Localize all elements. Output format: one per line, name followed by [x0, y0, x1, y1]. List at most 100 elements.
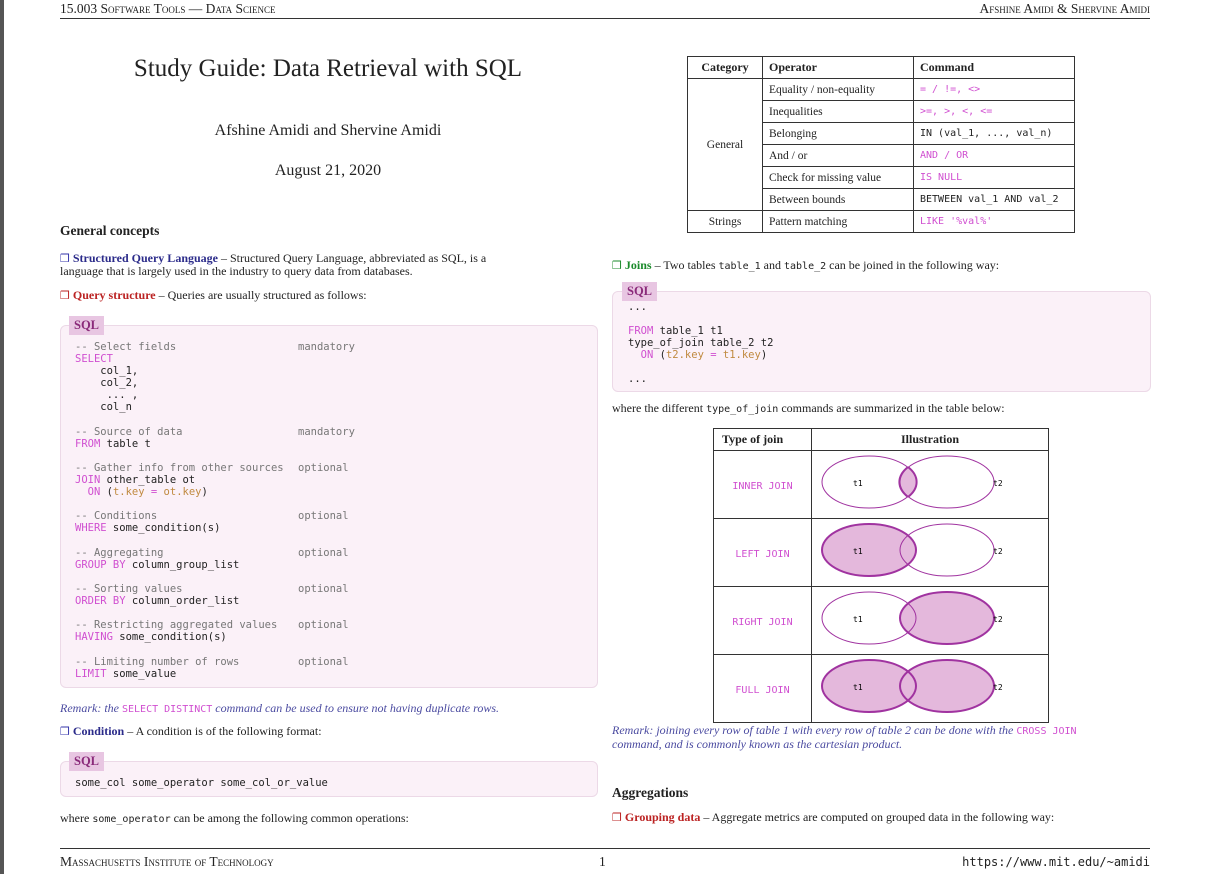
join-illustration-cell: t1 t2 — [811, 586, 1049, 655]
join-illustration-cell: t1 t2 — [811, 450, 1049, 519]
join-type-cell: INNER JOIN — [713, 450, 812, 519]
sql-tag: SQL — [69, 752, 105, 771]
command-cell: = / !=, <> — [913, 78, 1075, 101]
section-heading-aggregations: Aggregations — [612, 785, 689, 800]
command-cell: AND / OR — [913, 144, 1075, 167]
remark-cross-join: Remark: joining every row of table 1 wit… — [612, 723, 1077, 751]
section-heading-general: General concepts — [60, 223, 160, 238]
join-type-cell: FULL JOIN — [713, 654, 812, 723]
where-operator-line: where some_operator can be among the fol… — [60, 811, 409, 826]
term-query-structure: Query structure — [72, 288, 156, 302]
code-select-block: -- Select fields SELECT col_1, col_2, ..… — [75, 341, 177, 413]
command-cell: LIKE '%val%' — [913, 210, 1075, 233]
code-note: mandatory — [298, 341, 355, 353]
code-groupby-block: -- Aggregating GROUP BY column_group_lis… — [75, 547, 240, 571]
code-from-block: -- Source of data FROM table t — [75, 426, 183, 450]
table-header: Type of join — [713, 428, 812, 451]
sql-tag: SQL — [69, 316, 105, 335]
join-illustration-cell: t1 t2 — [811, 518, 1049, 587]
command-cell: IN (val_1, ..., val_n) — [913, 122, 1075, 145]
joins-code: ... FROM table_1 t1 type_of_join table_2… — [628, 301, 774, 385]
footer-rule — [60, 848, 1150, 849]
code-join-block: -- Gather info from other sources JOIN o… — [75, 462, 284, 498]
sql-tag: SQL — [622, 282, 658, 301]
code-comment: -- Select fields — [75, 341, 177, 353]
code-keyword: SELECT — [75, 353, 113, 365]
table-header: Operator — [762, 56, 914, 79]
bullet-icon: ❒ — [612, 811, 622, 824]
venn-label-t2: t2 — [993, 683, 1003, 692]
join-type-cell: RIGHT JOIN — [713, 586, 812, 655]
venn-left-circle — [821, 523, 917, 577]
code-note: optional — [298, 510, 349, 522]
grouping-intro: ❒ Grouping data – Aggregate metrics are … — [612, 810, 1055, 825]
remark-distinct: Remark: the SELECT DISTINCT command can … — [60, 701, 500, 715]
category-general: General — [687, 78, 763, 211]
authors: Afshine Amidi and Shervine Amidi — [214, 122, 442, 139]
page-left-edge — [0, 0, 4, 874]
sql-desc-1: – Structured Query Language, abbreviated… — [218, 251, 487, 265]
term-grouping: Grouping data — [624, 810, 701, 824]
join-types-table: Type of join Illustration INNER JOIN t1 … — [713, 428, 1049, 723]
code-limit-block: -- Limiting number of rows LIMIT some_va… — [75, 656, 240, 680]
venn-right-join: t1 t2 — [821, 591, 1003, 645]
running-header-right: Afshine Amidi & Shervine Amidi — [979, 1, 1150, 16]
command-cell: IS NULL — [913, 166, 1075, 189]
page-number: 1 — [599, 854, 606, 869]
sql-definition: ❒ Structured Query Language – Structured… — [60, 252, 597, 278]
table-header: Command — [913, 56, 1075, 79]
term-sql: Structured Query Language — [72, 251, 218, 265]
venn-left-join: t1 t2 — [821, 523, 1003, 577]
code-having-block: -- Restricting aggregated values HAVING … — [75, 619, 278, 643]
header-rule — [60, 18, 1150, 19]
footer-institution: Massachusetts Institute of Technology — [60, 854, 274, 869]
operator-cell: Equality / non-equality — [762, 78, 914, 101]
bullet-icon: ❒ — [612, 259, 622, 272]
date: August 21, 2020 — [274, 162, 382, 179]
venn-label-t2: t2 — [993, 615, 1003, 624]
code-note: optional — [298, 583, 349, 595]
code-note: optional — [298, 619, 349, 631]
code-note: mandatory — [298, 426, 355, 438]
table-header: Illustration — [811, 428, 1049, 451]
code-where-block: -- Conditions WHERE some_condition(s) — [75, 510, 221, 534]
venn-label-t2: t2 — [993, 479, 1003, 488]
venn-full-join: t1 t2 — [821, 659, 1003, 713]
term-joins: Joins — [624, 258, 652, 272]
operator-cell: Pattern matching — [762, 210, 914, 233]
code-note: optional — [298, 547, 349, 559]
venn-inner-join: t1 t2 — [821, 455, 1003, 509]
operator-cell: Inequalities — [762, 100, 914, 123]
page-title: Study Guide: Data Retrieval with SQL — [133, 55, 523, 82]
footer-url-link[interactable]: https://www.mit.edu/~amidi — [962, 855, 1150, 869]
join-illustration-cell: t1 t2 — [811, 654, 1049, 723]
code-note: optional — [298, 462, 349, 474]
table-header: Category — [687, 56, 763, 79]
command-cell: >=, >, <, <= — [913, 100, 1075, 123]
condition-desc: – A condition is of the following format… — [124, 724, 322, 738]
operator-cell: Between bounds — [762, 188, 914, 211]
category-strings: Strings — [687, 210, 763, 233]
condition-code: some_col some_operator some_col_or_value — [75, 777, 328, 789]
sql-desc-2: language that is largely used in the ind… — [60, 264, 413, 278]
venn-label-t1: t1 — [853, 683, 863, 692]
term-condition: Condition — [72, 724, 125, 738]
joins-where-line: where the different type_of_join command… — [612, 401, 1005, 416]
query-structure-desc: – Queries are usually structured as foll… — [155, 288, 367, 302]
venn-right-circle — [899, 591, 995, 645]
operators-table: Category Operator Command General Equali… — [687, 56, 1075, 233]
joins-intro: ❒ Joins – Two tables table_1 and table_2… — [612, 258, 1000, 273]
operator-cell: Belonging — [762, 122, 914, 145]
venn-label-t1: t1 — [853, 479, 863, 488]
operator-cell: Check for missing value — [762, 166, 914, 189]
venn-label-t2: t2 — [993, 547, 1003, 556]
running-header-left: 15.003 Software Tools — Data Science — [60, 1, 276, 16]
command-cell: BETWEEN val_1 AND val_2 — [913, 188, 1075, 211]
bullet-icon: ❒ — [60, 289, 70, 302]
venn-label-t1: t1 — [853, 615, 863, 624]
bullet-icon: ❒ — [60, 725, 70, 738]
operator-cell: And / or — [762, 144, 914, 167]
query-structure-intro: ❒ Query structure – Queries are usually … — [60, 288, 367, 303]
code-note: optional — [298, 656, 349, 668]
condition-intro: ❒ Condition – A condition is of the foll… — [60, 724, 322, 739]
